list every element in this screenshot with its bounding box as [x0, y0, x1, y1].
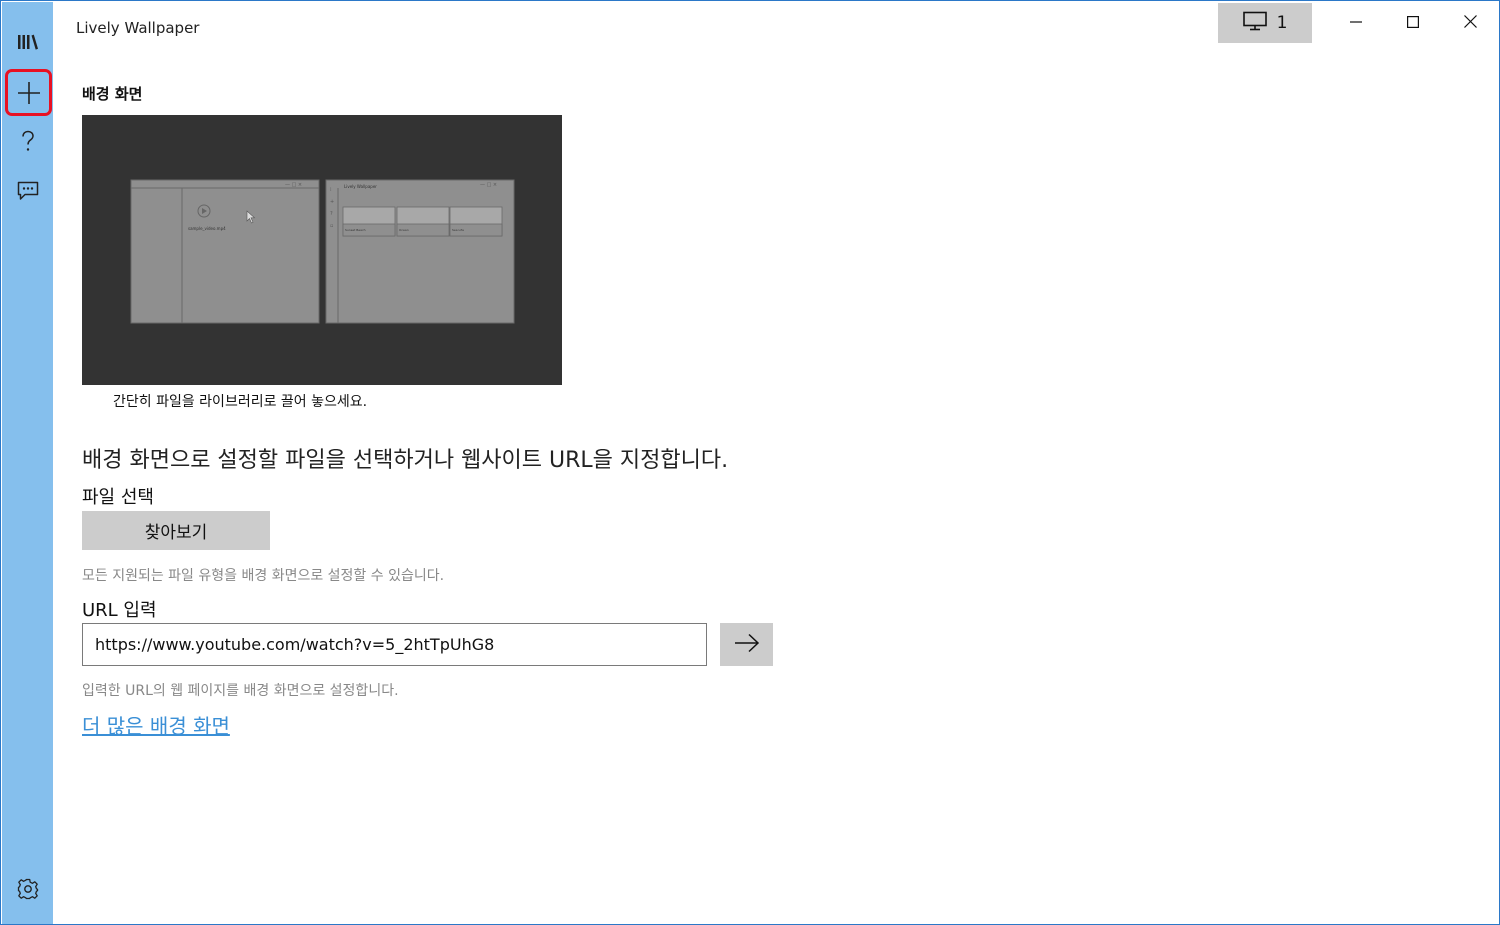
- gear-icon: [17, 878, 39, 900]
- preview-tile-3: Sea Life: [452, 228, 464, 232]
- window-title: Lively Wallpaper: [76, 19, 200, 37]
- file-select-label: 파일 선택: [82, 487, 154, 508]
- minimize-button[interactable]: [1327, 3, 1385, 41]
- file-hint: 모든 지원되는 파일 유형을 배경 화면으로 설정할 수 있습니다.: [82, 568, 445, 584]
- url-go-button[interactable]: [720, 623, 773, 666]
- plus-icon: [17, 81, 41, 105]
- app-window: Lively Wallpaper 1 배경 화면 — □ × sample_vi…: [0, 0, 1500, 925]
- url-input[interactable]: [82, 623, 707, 666]
- monitor-number: 1: [1276, 13, 1288, 33]
- drag-drop-caption: 간단히 파일을 라이브러리로 끌어 놓으세요.: [113, 394, 368, 410]
- svg-text:— □ ×: — □ ×: [480, 182, 497, 188]
- sidebar: [2, 2, 53, 924]
- svg-text:▫: ▫: [330, 223, 333, 229]
- sidebar-item-help[interactable]: [6, 120, 50, 164]
- sidebar-item-feedback[interactable]: [6, 169, 50, 213]
- preview-file-name: sample_video.mp4: [188, 226, 226, 231]
- settings-button[interactable]: [6, 867, 50, 911]
- svg-text:?: ?: [330, 211, 333, 217]
- svg-text:— □ ×: — □ ×: [285, 182, 302, 188]
- browse-button[interactable]: 찾아보기: [82, 511, 270, 550]
- url-label: URL 입력: [82, 600, 157, 621]
- arrow-right-icon: [734, 633, 760, 657]
- preview-window-title: Lively Wallpaper: [344, 184, 377, 189]
- sidebar-item-library[interactable]: [6, 20, 50, 64]
- preview-tile-1: Sunset Beach: [345, 228, 366, 232]
- section-title: 배경 화면: [82, 85, 143, 103]
- drag-drop-preview-image: — □ × sample_video.mp4 Lively Wallpaper …: [82, 115, 562, 385]
- close-icon: [1463, 13, 1477, 32]
- sidebar-item-add[interactable]: [5, 69, 52, 116]
- page-description: 배경 화면으로 설정할 파일을 선택하거나 웹사이트 URL을 지정합니다.: [82, 448, 729, 473]
- maximize-button[interactable]: [1384, 3, 1442, 41]
- preview-tile-2: Ocean: [399, 228, 409, 232]
- svg-text:+: +: [330, 199, 334, 205]
- question-icon: [20, 130, 36, 154]
- url-hint: 입력한 URL의 웹 페이지를 배경 화면으로 설정합니다.: [82, 683, 399, 699]
- monitor-icon: [1242, 11, 1267, 36]
- minimize-icon: [1350, 13, 1362, 32]
- feedback-icon: [17, 181, 39, 201]
- more-wallpapers-link[interactable]: 더 많은 배경 화면: [82, 710, 230, 739]
- library-icon: [17, 33, 39, 51]
- close-button[interactable]: [1441, 3, 1499, 41]
- monitor-select-button[interactable]: 1: [1218, 3, 1312, 43]
- maximize-icon: [1407, 13, 1420, 32]
